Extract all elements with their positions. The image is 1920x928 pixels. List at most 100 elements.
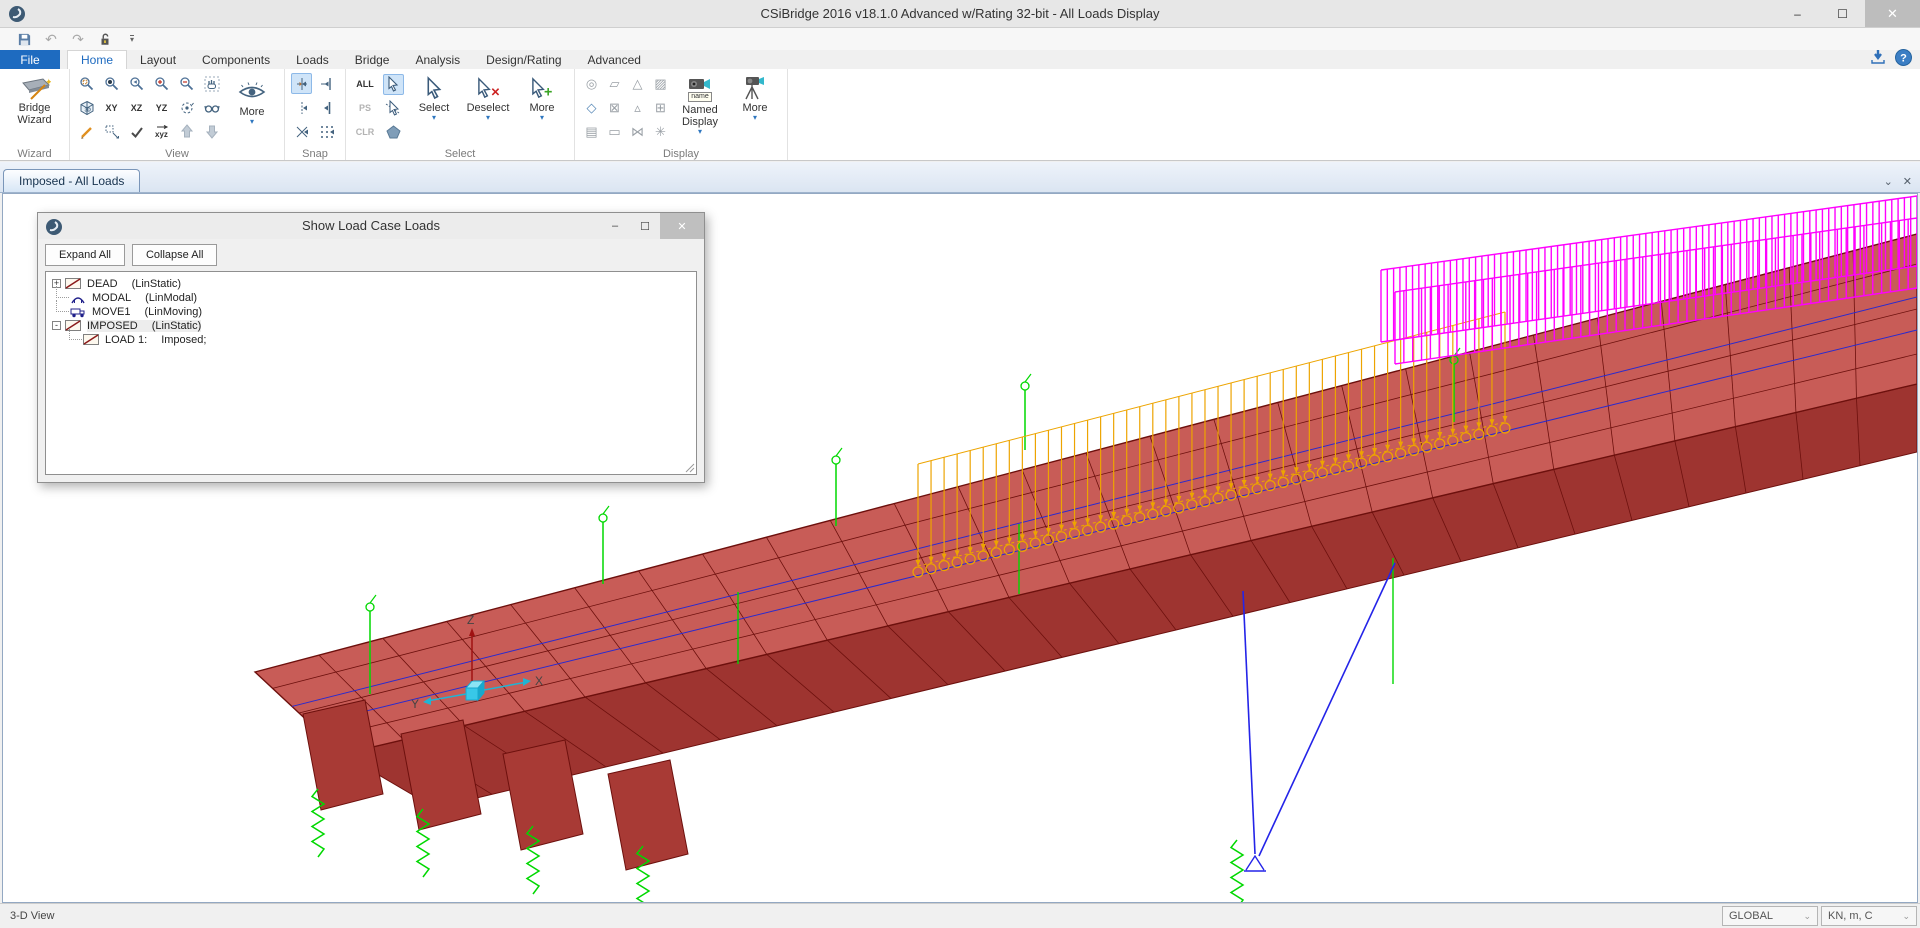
view-xz-icon[interactable]: XZ [126, 97, 147, 118]
tree-item-modal[interactable]: MODAL(LinModal) [52, 291, 696, 304]
zoom-previous-icon[interactable] [126, 73, 147, 94]
camera-tripod-icon [741, 74, 769, 102]
draw-icon[interactable] [76, 121, 97, 142]
display-misc-icon[interactable]: ✳ [650, 121, 671, 142]
chevron-down-icon: ▾ [432, 114, 436, 122]
tab-design-rating[interactable]: Design/Rating [473, 50, 574, 69]
status-bar: 3-D View GLOBAL⌄ KN, m, C⌄ [0, 903, 1920, 928]
display-supports-icon[interactable]: ▱ [604, 73, 625, 94]
dialog-title-bar[interactable]: Show Load Case Loads – ☐ ✕ [38, 213, 704, 239]
snap-intersections-icon[interactable] [291, 121, 312, 142]
view-yz-icon[interactable]: YZ [151, 97, 172, 118]
bridge-wizard-button[interactable]: ✦ Bridge Wizard [8, 72, 62, 126]
snap-midpoints-icon[interactable] [291, 97, 312, 118]
document-tab-imposed-all-loads[interactable]: Imposed - All Loads [3, 169, 140, 192]
tab-components[interactable]: Components [189, 50, 283, 69]
display-load-icon[interactable]: △ [627, 73, 648, 94]
tab-analysis[interactable]: Analysis [402, 50, 473, 69]
display-solid-icon[interactable]: ⊞ [650, 97, 671, 118]
document-tab-bar: Imposed - All Loads ⌄ ✕ [0, 162, 1920, 193]
view-xy-icon[interactable]: XY [101, 97, 122, 118]
tree-item-move1[interactable]: MOVE1(LinMoving) [52, 305, 696, 318]
tab-home[interactable]: Home [67, 50, 127, 69]
coordinate-system-dropdown[interactable]: GLOBAL⌄ [1722, 906, 1818, 926]
collapse-icon[interactable]: - [52, 321, 61, 330]
select-all-button[interactable]: ALL [352, 74, 378, 95]
zoom-extents-icon[interactable] [101, 73, 122, 94]
display-plane-icon[interactable]: ◇ [581, 97, 602, 118]
qat-customize-icon[interactable]: ▾ [130, 35, 134, 43]
ribbon-group-snap: Snap [285, 69, 346, 160]
display-releases-icon[interactable]: ⊠ [604, 97, 625, 118]
units-dropdown[interactable]: KN, m, C⌄ [1821, 906, 1917, 926]
load-case-tree[interactable]: + DEAD(LinStatic) MODAL(LinModal) MOVE1(… [45, 271, 697, 475]
view-more-button[interactable]: More ▾ [225, 72, 279, 126]
tab-file[interactable]: File [0, 50, 60, 69]
display-eraser-icon[interactable]: ▭ [604, 121, 625, 142]
chevron-down-icon: ▾ [540, 114, 544, 122]
ribbon-group-display: ◎ ▱ △ ▨ ◇ ⊠ ▵ ⊞ ▤ ▭ ⋈ ✳ name Named Displ… [575, 69, 788, 160]
pointer-select-icon[interactable] [383, 74, 404, 95]
display-axes-icon[interactable]: ▵ [627, 97, 648, 118]
show-load-case-loads-dialog[interactable]: Show Load Case Loads – ☐ ✕ Expand All Co… [37, 212, 705, 483]
tree-item-imposed[interactable]: - IMPOSED(LinStatic) [52, 319, 696, 332]
clear-selection-button[interactable]: CLR [352, 122, 378, 143]
select-more-button[interactable]: + More ▾ [515, 72, 569, 122]
snap-grid-icon[interactable] [316, 121, 337, 142]
unlock-icon[interactable] [97, 31, 113, 47]
pan-icon[interactable] [201, 73, 222, 94]
resize-grip[interactable] [684, 462, 695, 473]
view-3d-icon[interactable]: 3D [76, 97, 97, 118]
dialog-close-button[interactable]: ✕ [660, 213, 704, 239]
zoom-out-icon[interactable] [176, 73, 197, 94]
save-icon[interactable] [16, 31, 32, 47]
collapse-all-button[interactable]: Collapse All [132, 244, 217, 266]
polygon-select-icon[interactable] [383, 122, 404, 143]
rotate-view-icon[interactable] [176, 97, 197, 118]
tab-collapse-icon[interactable]: ⌄ [1884, 175, 1893, 188]
snap-ends-icon[interactable] [316, 73, 337, 94]
display-section-icon[interactable]: ⋈ [627, 121, 648, 142]
snap-points-icon[interactable] [291, 73, 312, 94]
redo-icon[interactable]: ↷ [70, 31, 86, 47]
tab-advanced[interactable]: Advanced [575, 50, 654, 69]
display-joints-icon[interactable]: ◎ [581, 73, 602, 94]
tab-loads[interactable]: Loads [283, 50, 342, 69]
eye-icon [237, 78, 267, 106]
axes-xyz-icon[interactable]: xyz [151, 121, 172, 142]
zoom-window-icon[interactable] [76, 73, 97, 94]
check-icon[interactable] [126, 121, 147, 142]
display-tables-icon[interactable]: ▤ [581, 121, 602, 142]
undo-icon[interactable]: ↶ [43, 31, 59, 47]
tab-bridge[interactable]: Bridge [342, 50, 403, 69]
tab-close-icon[interactable]: ✕ [1903, 175, 1912, 188]
deselect-button[interactable]: ✕ Deselect ▾ [461, 72, 515, 122]
select-previous-button[interactable]: PS [352, 98, 378, 119]
perspective-icon[interactable] [201, 97, 222, 118]
window-maximize-button[interactable]: ☐ [1820, 0, 1865, 27]
window-minimize-button[interactable]: – [1775, 0, 1820, 27]
move-up-icon[interactable] [176, 121, 197, 142]
group-label-display: Display [575, 148, 787, 160]
download-icon[interactable] [1870, 49, 1886, 70]
select-button[interactable]: Select ▾ [407, 72, 461, 122]
tree-item-dead[interactable]: + DEAD(LinStatic) [52, 277, 696, 290]
tree-item-load1[interactable]: LOAD 1:Imposed; [65, 333, 696, 346]
snap-lines-icon[interactable] [316, 97, 337, 118]
display-texture-icon[interactable]: ▨ [650, 73, 671, 94]
tree-connector [56, 286, 69, 298]
expand-all-button[interactable]: Expand All [45, 244, 125, 266]
named-display-button[interactable]: name Named Display ▾ [672, 72, 728, 136]
dialog-maximize-button[interactable]: ☐ [630, 213, 660, 239]
tab-layout[interactable]: Layout [127, 50, 189, 69]
zoom-in-icon[interactable] [151, 73, 172, 94]
intersecting-line-select-icon[interactable] [383, 98, 404, 119]
help-icon[interactable]: ? [1895, 49, 1912, 71]
dialog-minimize-button[interactable]: – [600, 213, 630, 239]
view-status-label: 3-D View [10, 904, 54, 928]
window-close-button[interactable]: ✕ [1865, 0, 1920, 27]
show-selection-only-icon[interactable] [101, 121, 122, 142]
display-more-button[interactable]: More ▾ [728, 72, 782, 122]
move-down-icon[interactable] [201, 121, 222, 142]
cursor-plus-icon: + [529, 74, 555, 102]
